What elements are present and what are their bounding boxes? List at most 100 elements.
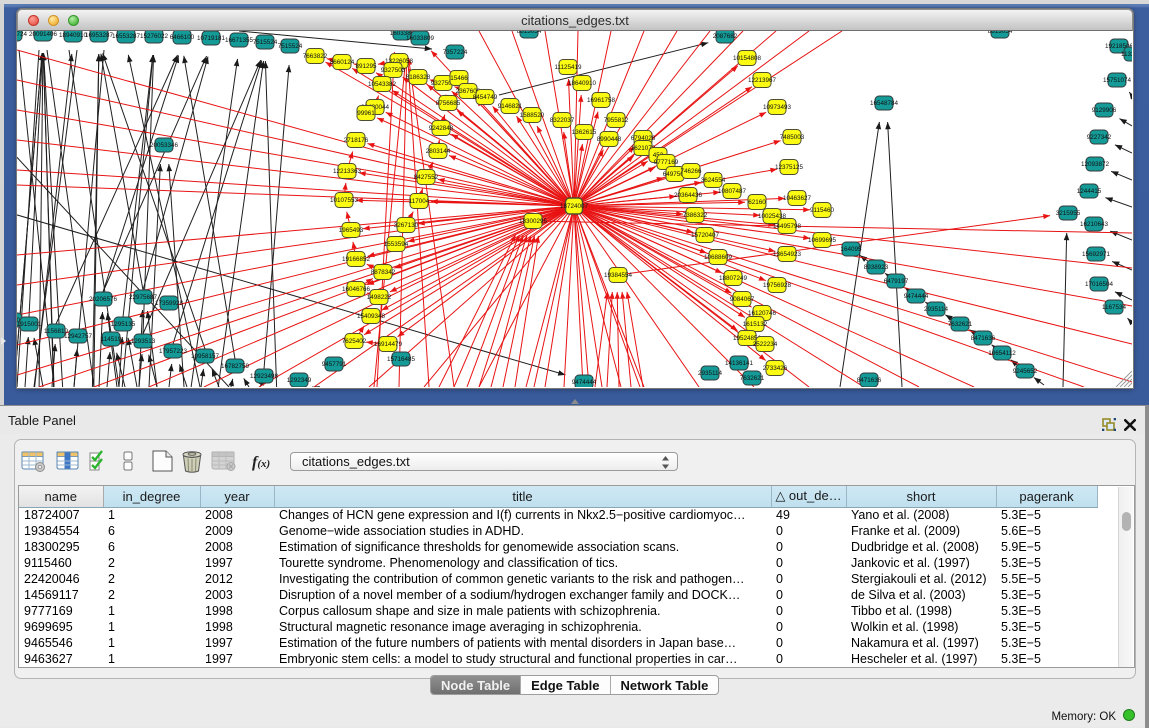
svg-text:7625402: 7625402 <box>342 338 367 345</box>
svg-text:8938923: 8938923 <box>864 264 889 271</box>
svg-text:12375125: 12375125 <box>775 164 804 171</box>
svg-text:10688609: 10688609 <box>704 254 733 261</box>
svg-text:6466100: 6466100 <box>170 34 195 41</box>
svg-text:3215955: 3215955 <box>1056 210 1081 217</box>
svg-text:2087682: 2087682 <box>713 33 738 40</box>
svg-text:12213363: 12213363 <box>333 168 362 175</box>
svg-text:10107553: 10107553 <box>330 197 359 204</box>
svg-text:10973493: 10973493 <box>763 104 792 111</box>
svg-text:f(x): f(x) <box>252 454 270 471</box>
svg-text:24055724: 24055724 <box>17 31 27 38</box>
svg-text:15692971: 15692971 <box>1082 251 1111 258</box>
svg-text:7632621: 7632621 <box>948 321 973 328</box>
svg-text:1553594: 1553594 <box>384 241 409 248</box>
svg-text:15720407: 15720407 <box>691 232 720 239</box>
svg-text:16782759: 16782759 <box>221 363 250 370</box>
svg-text:1498222: 1498222 <box>367 294 392 301</box>
svg-text:8813054: 8813054 <box>988 31 1013 35</box>
svg-text:16671355: 16671355 <box>225 37 254 44</box>
svg-text:10699695: 10699695 <box>808 237 837 244</box>
svg-text:20364436: 20364436 <box>674 192 703 199</box>
svg-text:10958157: 10958157 <box>191 353 220 360</box>
svg-text:16548784: 16548784 <box>870 100 899 107</box>
svg-text:14495798: 14495798 <box>773 223 802 230</box>
svg-text:114519: 114519 <box>101 336 122 343</box>
svg-text:1362615: 1362615 <box>572 129 597 136</box>
svg-text:8471636: 8471636 <box>971 335 996 342</box>
svg-text:12942757: 12942757 <box>64 333 93 340</box>
svg-text:8186328: 8186328 <box>406 74 431 81</box>
svg-text:8322037: 8322037 <box>550 117 575 124</box>
svg-text:19756928: 19756928 <box>763 282 792 289</box>
svg-text:7386322: 7386322 <box>683 212 708 219</box>
svg-text:20091406: 20091406 <box>29 31 58 38</box>
svg-text:22975687: 22975687 <box>129 294 158 301</box>
svg-text:13654923: 13654923 <box>773 251 802 258</box>
svg-text:18940910: 18940910 <box>59 32 88 39</box>
svg-text:2935114: 2935114 <box>924 306 949 313</box>
svg-text:7485003: 7485003 <box>780 134 805 141</box>
svg-text:2935114: 2935114 <box>698 370 723 377</box>
svg-text:19384554: 19384554 <box>604 272 633 279</box>
svg-text:8878342: 8878342 <box>371 269 396 276</box>
svg-text:2733426: 2733426 <box>763 365 788 372</box>
svg-text:12213967: 12213967 <box>748 77 777 84</box>
svg-text:15751074: 15751074 <box>1103 77 1132 84</box>
svg-text:19166852: 19166852 <box>342 256 371 263</box>
svg-text:16210643: 16210643 <box>1080 221 1109 228</box>
svg-text:16033809: 16033809 <box>406 35 435 42</box>
svg-text:10154808: 10154808 <box>733 55 762 62</box>
svg-text:2718176: 2718176 <box>344 137 369 144</box>
svg-text:17957223: 17957223 <box>159 348 188 355</box>
svg-text:9146821: 9146821 <box>498 103 523 110</box>
svg-text:16914479: 16914479 <box>374 341 403 348</box>
svg-text:6479197: 6479197 <box>884 278 909 285</box>
svg-text:14136141: 14136141 <box>725 360 754 367</box>
svg-text:9129906: 9129906 <box>1092 107 1117 114</box>
svg-text:9457791: 9457791 <box>322 361 347 368</box>
svg-text:20206576: 20206576 <box>89 296 118 303</box>
svg-text:8454749: 8454749 <box>473 94 498 101</box>
svg-text:9227342: 9227342 <box>1087 134 1112 141</box>
svg-text:12093872: 12093872 <box>1081 161 1110 168</box>
svg-text:20053346: 20053346 <box>150 142 179 149</box>
svg-text:7632621: 7632621 <box>740 375 765 382</box>
svg-text:15716485: 15716485 <box>387 356 416 363</box>
svg-text:1915001: 1915001 <box>17 321 42 328</box>
svg-text:10719181: 10719181 <box>197 35 226 42</box>
svg-text:16953287: 16953287 <box>85 32 114 39</box>
svg-text:9777169: 9777169 <box>654 159 679 166</box>
svg-text:1588520: 1588520 <box>520 112 545 119</box>
svg-text:15276022: 15276022 <box>140 33 169 40</box>
svg-text:10543382: 10543382 <box>368 81 397 88</box>
svg-text:16046766: 16046766 <box>342 286 371 293</box>
svg-text:8813054: 8813054 <box>517 31 542 35</box>
svg-text:3624554: 3624554 <box>701 177 726 184</box>
svg-text:746266: 746266 <box>680 168 702 175</box>
svg-text:8660124: 8660124 <box>330 59 355 66</box>
svg-text:1292349: 1292349 <box>287 377 312 384</box>
svg-text:10463627: 10463627 <box>783 195 812 202</box>
svg-text:8756685: 8756685 <box>436 100 461 107</box>
svg-text:99961: 99961 <box>357 110 375 117</box>
svg-text:7515524: 7515524 <box>253 39 278 46</box>
svg-text:18807249: 18807249 <box>719 275 748 282</box>
svg-text:17359928: 17359928 <box>155 300 184 307</box>
svg-text:15409348: 15409348 <box>357 313 386 320</box>
svg-text:17016504: 17016504 <box>1085 281 1114 288</box>
svg-text:16961758: 16961758 <box>587 97 616 104</box>
svg-text:2803144: 2803144 <box>426 148 451 155</box>
svg-text:3267130: 3267130 <box>394 222 419 229</box>
svg-text:1132522: 1132522 <box>1121 51 1132 58</box>
svg-text:12923498: 12923498 <box>250 373 279 380</box>
svg-text:9242848: 9242848 <box>429 125 454 132</box>
svg-text:18300295: 18300295 <box>519 218 548 225</box>
svg-text:7663822: 7663822 <box>303 53 328 60</box>
svg-text:62160: 62160 <box>748 199 766 206</box>
svg-text:1293513: 1293513 <box>131 338 156 345</box>
svg-text:7515524: 7515524 <box>278 43 303 50</box>
svg-text:10654112: 10654112 <box>988 350 1016 357</box>
svg-text:7955812: 7955812 <box>604 117 629 124</box>
svg-text:8427552: 8427552 <box>414 174 439 181</box>
svg-text:9084067: 9084067 <box>730 296 755 303</box>
